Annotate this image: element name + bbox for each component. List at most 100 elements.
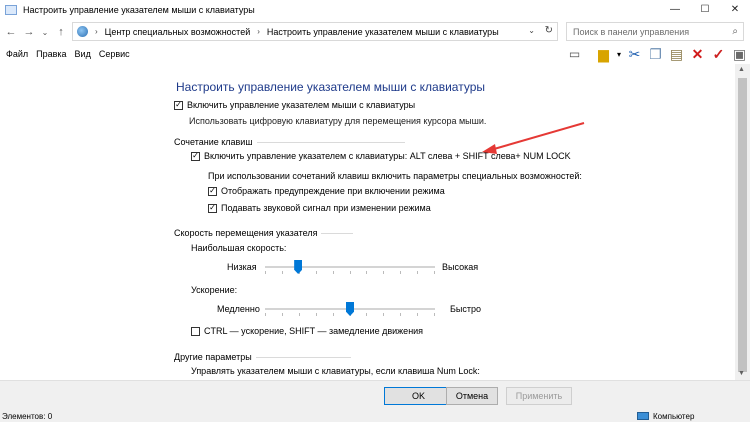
recent-dropdown-icon[interactable]: ⌄ bbox=[38, 23, 52, 41]
page-title: Настроить управление указателем мыши с к… bbox=[176, 80, 486, 94]
play-sound-checkbox[interactable]: ✓ bbox=[208, 203, 217, 213]
play-sound-row[interactable]: ✓ Подавать звуковой сигнал при изменении… bbox=[208, 203, 431, 213]
dialog-button-bar: OK Отмена Применить bbox=[0, 380, 750, 410]
preview-pane-icon[interactable]: ▭ bbox=[564, 45, 585, 63]
enable-shortcut-checkbox[interactable]: ✓ bbox=[191, 151, 200, 161]
section-divider bbox=[321, 232, 354, 234]
slider-ticks bbox=[265, 271, 435, 274]
slider-tick bbox=[366, 271, 368, 274]
breadcrumb-ease-of-access[interactable]: Центр специальных возможностей bbox=[105, 27, 251, 37]
scroll-up-icon[interactable]: ▲ bbox=[738, 66, 745, 73]
slider-tick bbox=[434, 313, 435, 316]
enable-mousekeys-label: Включить управление указателем мыши с кл… bbox=[187, 100, 416, 110]
enable-mousekeys-checkbox[interactable]: ✓ bbox=[174, 100, 183, 110]
menu-edit[interactable]: Правка bbox=[36, 49, 66, 59]
window-title: Настроить управление указателем мыши с к… bbox=[23, 4, 255, 15]
enable-shortcut-label: Включить управление указателем с клавиат… bbox=[204, 151, 571, 161]
show-warning-checkbox[interactable]: ✓ bbox=[208, 186, 217, 196]
enable-shortcut-row[interactable]: ✓ Включить управление указателем с клави… bbox=[191, 151, 571, 161]
menu-file[interactable]: Файл bbox=[6, 49, 28, 59]
forward-arrow-icon[interactable]: → bbox=[22, 23, 36, 41]
section-divider bbox=[256, 141, 405, 143]
properties-icon[interactable]: ▣ bbox=[729, 45, 750, 63]
control-panel-window: Настроить управление указателем мыши с к… bbox=[0, 0, 750, 422]
maximize-button[interactable]: ☐ bbox=[690, 0, 720, 19]
copy-icon[interactable]: ❐ bbox=[645, 45, 666, 63]
top-speed-min-label: Низкая bbox=[227, 262, 257, 272]
search-icon[interactable]: ⌕ bbox=[732, 26, 738, 37]
ctrl-shift-checkbox[interactable] bbox=[191, 326, 200, 336]
slider-tick bbox=[332, 313, 334, 316]
menu-tools[interactable]: Сервис bbox=[99, 49, 130, 59]
close-button[interactable]: ✕ bbox=[720, 0, 750, 19]
slider-tick bbox=[281, 313, 283, 316]
slider-tick bbox=[281, 271, 283, 274]
acceleration-label: Ускорение: bbox=[191, 285, 238, 295]
address-bar[interactable]: › Центр специальных возможностей › Настр… bbox=[72, 22, 558, 41]
show-warning-label: Отображать предупреждение при включении … bbox=[221, 186, 445, 196]
paste-icon[interactable]: ▤ bbox=[666, 45, 687, 63]
enable-hint: Использовать цифровую клавиатуру для пер… bbox=[189, 116, 487, 126]
menu-bar: Файл Правка Вид Сервис ▭ ▆ ▾ ✂ ❐ ▤ ✕ ✓ ▣ bbox=[0, 44, 750, 64]
acceleration-min-label: Медленно bbox=[217, 304, 260, 314]
location-label: Компьютер bbox=[653, 411, 695, 421]
slider-tick bbox=[434, 271, 435, 274]
slider-tick bbox=[265, 313, 266, 316]
control-panel-icon bbox=[5, 4, 17, 15]
numlock-text: Управлять указателем мыши с клавиатуры, … bbox=[191, 366, 480, 376]
apply-button[interactable]: Применить bbox=[506, 387, 572, 405]
slider-track bbox=[265, 266, 435, 268]
cancel-button[interactable]: Отмена bbox=[446, 387, 498, 405]
menu-view[interactable]: Вид bbox=[75, 49, 91, 59]
top-speed-slider[interactable] bbox=[265, 260, 435, 274]
slider-tick bbox=[400, 271, 402, 274]
minimize-button[interactable]: — bbox=[660, 0, 690, 19]
search-input[interactable]: Поиск в панели управления ⌕ bbox=[566, 22, 744, 41]
slider-tick bbox=[332, 271, 334, 274]
acceleration-max-label: Быстро bbox=[450, 304, 482, 314]
other-section-title: Другие параметры bbox=[174, 352, 351, 362]
slider-tick bbox=[315, 271, 317, 274]
ok-button[interactable]: OK bbox=[384, 387, 453, 405]
enable-mousekeys-row[interactable]: ✓ Включить управление указателем мыши с … bbox=[174, 100, 415, 110]
show-warning-row[interactable]: ✓ Отображать предупреждение при включени… bbox=[208, 186, 445, 196]
play-sound-label: Подавать звуковой сигнал при изменении р… bbox=[221, 203, 431, 213]
refresh-icon[interactable]: ↻ bbox=[545, 25, 553, 36]
address-dropdown-icon[interactable]: ⌄ bbox=[528, 26, 535, 35]
settings-page: Настроить управление указателем мыши с к… bbox=[167, 68, 750, 380]
shortcut-params-text: При использовании сочетаний клавиш включ… bbox=[208, 171, 582, 181]
back-arrow-icon[interactable]: ← bbox=[4, 23, 18, 41]
toolbar: ▭ ▆ ▾ ✂ ❐ ▤ ✕ ✓ ▣ bbox=[564, 44, 750, 64]
breadcrumb-separator: › bbox=[257, 27, 260, 36]
slider-tick bbox=[417, 271, 419, 274]
new-folder-dropdown-icon[interactable]: ▾ bbox=[614, 45, 624, 63]
scroll-down-icon[interactable]: ▼ bbox=[738, 370, 745, 377]
section-divider bbox=[255, 356, 351, 358]
slider-tick bbox=[298, 313, 300, 316]
delete-icon[interactable]: ✕ bbox=[687, 45, 708, 63]
slider-tick bbox=[349, 271, 351, 274]
vertical-scrollbar[interactable]: ▲ ▼ bbox=[735, 64, 750, 380]
acceleration-slider[interactable] bbox=[265, 302, 435, 316]
speed-section-title: Скорость перемещения указателя bbox=[174, 228, 354, 238]
shortcut-section-title: Сочетание клавиш bbox=[174, 137, 405, 147]
slider-tick bbox=[383, 271, 385, 274]
new-folder-icon[interactable]: ▆ bbox=[593, 45, 614, 63]
checkmark-icon[interactable]: ✓ bbox=[708, 45, 729, 63]
slider-tick bbox=[315, 313, 317, 316]
title-bar[interactable]: Настроить управление указателем мыши с к… bbox=[0, 0, 750, 19]
up-arrow-icon[interactable]: ↑ bbox=[54, 23, 68, 41]
items-count: Элементов: 0 bbox=[2, 411, 53, 421]
scrollbar-thumb[interactable] bbox=[738, 78, 747, 372]
slider-tick bbox=[400, 313, 402, 316]
slider-tick bbox=[417, 313, 419, 316]
address-row: ← → ⌄ ↑ › Центр специальных возможностей… bbox=[0, 20, 750, 44]
control-panel-globe-icon bbox=[77, 26, 88, 37]
cut-icon[interactable]: ✂ bbox=[624, 45, 645, 63]
status-bar: Элементов: 0 Компьютер bbox=[0, 410, 750, 422]
slider-tick bbox=[383, 313, 385, 316]
breadcrumb-mouse-keys[interactable]: Настроить управление указателем мыши с к… bbox=[267, 27, 499, 37]
slider-tick bbox=[366, 313, 368, 316]
ctrl-shift-row[interactable]: CTRL — ускорение, SHIFT — замедление дви… bbox=[191, 326, 423, 336]
top-speed-max-label: Высокая bbox=[442, 262, 479, 272]
